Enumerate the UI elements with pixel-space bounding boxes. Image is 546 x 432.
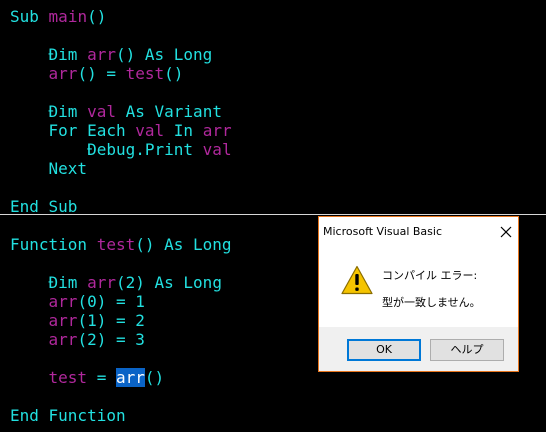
code-text: ()	[87, 7, 107, 26]
procedure-separator	[0, 214, 546, 215]
identifier-arr: arr	[48, 311, 78, 330]
identifier-test: test	[48, 368, 88, 387]
identifier-main: main	[48, 7, 88, 26]
code-text: () =	[77, 64, 126, 83]
dialog-titlebar[interactable]: Microsoft Visual Basic	[319, 217, 518, 247]
selected-text-arr[interactable]: arr	[115, 368, 145, 387]
identifier-val: val	[135, 121, 165, 140]
keyword-in: In	[173, 121, 194, 140]
keyword-sub: Sub	[10, 7, 39, 26]
code-text: (1) = 2	[77, 311, 145, 330]
code-text: () As Long	[115, 45, 213, 64]
ok-button[interactable]: OK	[347, 339, 421, 361]
code-line-assign-arr[interactable]: arr() = test()	[10, 64, 184, 83]
error-heading: コンパイル エラー:	[382, 269, 478, 282]
identifier-test: test	[96, 235, 136, 254]
keyword-for-each: For Each	[48, 121, 126, 140]
code-text: ()	[144, 368, 165, 387]
code-line-dim-arr[interactable]: Đim arr() As Long	[10, 45, 213, 64]
code-line-dim-val[interactable]: Đim val As Variant	[10, 102, 222, 121]
identifier-arr: arr	[87, 45, 116, 64]
identifier-val: val	[202, 140, 232, 159]
identifier-test: test	[125, 64, 165, 83]
code-line-function-test[interactable]: Function test() As Long	[10, 235, 232, 254]
code-line-arr0[interactable]: arr(0) = 1	[10, 292, 145, 311]
dialog-title: Microsoft Visual Basic	[323, 225, 443, 238]
keyword-debug-print: Đebug.Print	[87, 140, 194, 159]
code-text: ()	[164, 64, 184, 83]
code-line-for-each[interactable]: For Each val In arr	[10, 121, 232, 140]
keyword-dim: Đim	[48, 273, 78, 292]
code-line-sub-main[interactable]: Sub main()	[10, 7, 106, 26]
keyword-function: Function	[10, 235, 88, 254]
warning-icon	[341, 265, 373, 295]
code-text: (2) As Long	[115, 273, 222, 292]
identifier-arr: arr	[48, 64, 78, 83]
close-icon	[500, 226, 512, 238]
code-text: =	[87, 368, 116, 387]
dialog-body: コンパイル エラー: 型が一致しません。	[319, 247, 518, 327]
code-line-test-return[interactable]: test = arr()	[10, 368, 164, 387]
identifier-arr: arr	[48, 292, 78, 311]
close-button[interactable]	[495, 221, 517, 243]
identifier-arr: arr	[202, 121, 232, 140]
identifier-val: val	[87, 102, 116, 121]
identifier-arr: arr	[48, 330, 78, 349]
code-line-arr1[interactable]: arr(1) = 2	[10, 311, 145, 330]
code-text: () As Long	[135, 235, 232, 254]
code-text: As Variant	[125, 102, 222, 121]
code-line-end-function[interactable]: End Function	[10, 406, 126, 425]
code-line-debug-print[interactable]: Đebug.Print val	[10, 140, 232, 159]
code-line-next[interactable]: Next	[10, 159, 88, 178]
compile-error-dialog: Microsoft Visual Basic コンパイル エラー: 型が一致しま…	[318, 216, 519, 372]
code-line-dim-arr2[interactable]: Đim arr(2) As Long	[10, 273, 222, 292]
identifier-arr: arr	[87, 273, 116, 292]
keyword-dim: Đim	[48, 102, 78, 121]
code-line-arr2[interactable]: arr(2) = 3	[10, 330, 145, 349]
code-text: (0) = 1	[77, 292, 145, 311]
keyword-end-function: End Function	[10, 406, 126, 425]
code-text: (2) = 3	[77, 330, 145, 349]
error-message: 型が一致しません。	[382, 296, 481, 309]
keyword-dim: Đim	[48, 45, 78, 64]
help-button[interactable]: ヘルプ	[430, 339, 504, 361]
keyword-next: Next	[48, 159, 88, 178]
